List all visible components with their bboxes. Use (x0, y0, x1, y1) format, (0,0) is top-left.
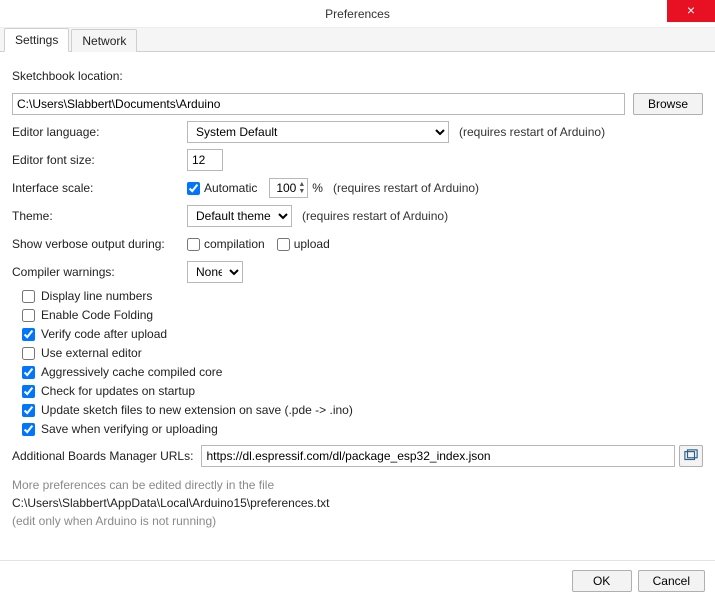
font-size-label: Editor font size: (12, 153, 187, 167)
tabbar: Settings Network (0, 28, 715, 52)
restart-hint-1: (requires restart of Arduino) (459, 125, 605, 139)
automatic-label: Automatic (204, 181, 257, 195)
theme-label: Theme: (12, 209, 187, 223)
window-title: Preferences (0, 0, 715, 28)
dialog-buttons: OK Cancel (0, 560, 715, 600)
boards-urls-input[interactable] (201, 445, 675, 467)
verbose-upload-checkbox[interactable] (277, 238, 290, 251)
compilation-label: compilation (204, 237, 265, 251)
interface-scale-label: Interface scale: (12, 181, 187, 195)
update-ext-checkbox[interactable] (22, 404, 35, 417)
automatic-scale-checkbox[interactable] (187, 182, 200, 195)
close-icon: × (687, 2, 695, 18)
restart-hint-3: (requires restart of Arduino) (302, 209, 448, 223)
window-icon (684, 449, 698, 463)
update-ext-label: Update sketch files to new extension on … (41, 403, 353, 417)
settings-panel: Sketchbook location: Browse Editor langu… (0, 52, 715, 536)
aggressive-cache-checkbox[interactable] (22, 366, 35, 379)
enable-code-folding-label: Enable Code Folding (41, 308, 153, 322)
more-prefs-note: More preferences can be edited directly … (12, 478, 703, 492)
tab-network[interactable]: Network (71, 29, 137, 52)
spinner-arrows-icon[interactable]: ▲▼ (298, 181, 307, 195)
sketchbook-label: Sketchbook location: (12, 69, 123, 83)
restart-hint-2: (requires restart of Arduino) (333, 181, 479, 195)
save-verify-label: Save when verifying or uploading (41, 422, 218, 436)
check-updates-checkbox[interactable] (22, 385, 35, 398)
edit-hint-note: (edit only when Arduino is not running) (12, 514, 703, 528)
save-verify-checkbox[interactable] (22, 423, 35, 436)
tab-settings[interactable]: Settings (4, 28, 69, 52)
compiler-warnings-label: Compiler warnings: (12, 265, 187, 279)
verify-upload-label: Verify code after upload (41, 327, 167, 341)
sketchbook-path-input[interactable] (12, 93, 625, 115)
font-size-input[interactable] (187, 149, 223, 171)
external-editor-label: Use external editor (41, 346, 142, 360)
verify-upload-checkbox[interactable] (22, 328, 35, 341)
browse-button[interactable]: Browse (633, 93, 703, 115)
verbose-label: Show verbose output during: (12, 237, 187, 251)
display-line-numbers-checkbox[interactable] (22, 290, 35, 303)
scale-value-input[interactable] (270, 179, 298, 197)
check-updates-label: Check for updates on startup (41, 384, 195, 398)
percent-label: % (312, 181, 323, 195)
editor-language-select[interactable]: System Default (187, 121, 449, 143)
close-button[interactable]: × (667, 0, 715, 22)
theme-select[interactable]: Default theme (187, 205, 292, 227)
aggressive-cache-label: Aggressively cache compiled core (41, 365, 222, 379)
upload-label: upload (294, 237, 330, 251)
editor-language-label: Editor language: (12, 125, 187, 139)
cancel-button[interactable]: Cancel (638, 570, 705, 592)
display-line-numbers-label: Display line numbers (41, 289, 152, 303)
expand-urls-button[interactable] (679, 445, 703, 467)
scale-spinner[interactable]: ▲▼ (269, 178, 308, 198)
prefs-file-path: C:\Users\Slabbert\AppData\Local\Arduino1… (12, 496, 703, 510)
external-editor-checkbox[interactable] (22, 347, 35, 360)
titlebar: Preferences × (0, 0, 715, 28)
enable-code-folding-checkbox[interactable] (22, 309, 35, 322)
ok-button[interactable]: OK (572, 570, 632, 592)
boards-urls-label: Additional Boards Manager URLs: (12, 449, 193, 463)
verbose-compilation-checkbox[interactable] (187, 238, 200, 251)
compiler-warnings-select[interactable]: None (187, 261, 243, 283)
